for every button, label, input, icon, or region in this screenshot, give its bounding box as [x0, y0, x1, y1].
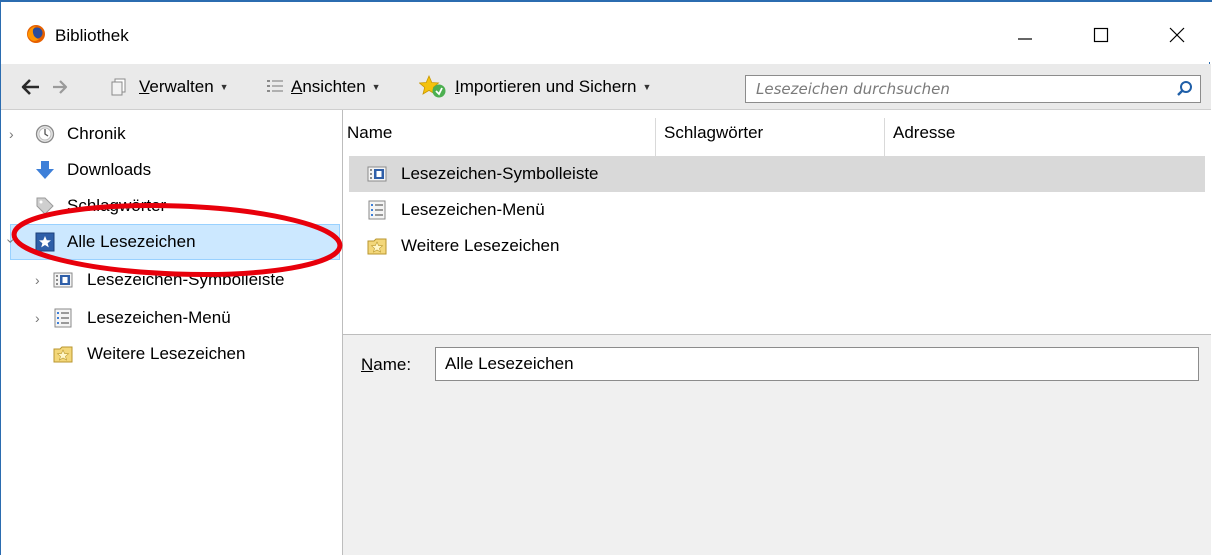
name-field[interactable]	[435, 347, 1199, 381]
bookmark-star-icon	[35, 232, 55, 252]
views-accel: A	[291, 77, 303, 96]
sidebar-item-label: Weitere Lesezeichen	[87, 344, 246, 363]
window-title: Bibliothek	[55, 26, 129, 45]
search-input[interactable]	[746, 76, 1176, 102]
column-divider[interactable]	[884, 118, 885, 156]
title-bar: Bibliothek	[1, 2, 1211, 62]
tag-icon	[36, 197, 54, 215]
bookmarks-toolbar-icon	[53, 272, 73, 288]
chevron-down-icon: ▼	[642, 82, 652, 92]
clock-icon	[35, 124, 55, 144]
sidebar-item-label: Lesezeichen-Symbolleiste	[87, 270, 285, 289]
sidebar-item-bookmarks-toolbar[interactable]: › Lesezeichen-Symbolleiste	[1, 262, 342, 298]
sidebar-item-tags[interactable]: Schlagwörter	[1, 188, 342, 224]
folder-star-icon	[53, 346, 73, 363]
list-item-label: Lesezeichen-Menü	[401, 200, 545, 219]
search-icon[interactable]	[1176, 80, 1194, 98]
close-button[interactable]	[1147, 10, 1207, 60]
views-menu-button[interactable]: Ansichten ▼	[265, 64, 381, 110]
list-item[interactable]: Lesezeichen-Symbolleiste	[349, 156, 1205, 192]
folder-star-icon	[367, 238, 387, 255]
maximize-icon	[1093, 27, 1109, 43]
bookmarks-toolbar-icon	[367, 166, 387, 182]
chevron-right-icon[interactable]: ›	[35, 272, 40, 288]
column-name[interactable]: Name	[343, 110, 655, 156]
details-pane: Name:	[343, 335, 1211, 555]
views-label: nsichten	[302, 77, 366, 96]
manage-accel: V	[139, 77, 150, 96]
forward-button[interactable]	[51, 64, 69, 110]
sidebar-item-all-bookmarks[interactable]: › Alle Lesezeichen	[3, 224, 340, 260]
column-tags[interactable]: Schlagwörter	[660, 110, 884, 156]
sidebar-item-label: Schlagwörter	[67, 196, 167, 215]
list-item-label: Lesezeichen-Symbolleiste	[401, 164, 599, 183]
sidebar-tree: › Chronik Downloads Schlagwörter › Alle …	[1, 110, 343, 555]
download-arrow-icon	[36, 161, 54, 179]
list-view-icon	[267, 80, 283, 92]
column-address[interactable]: Adresse	[889, 110, 1211, 156]
import-backup-menu-button[interactable]: Importieren und Sichern ▼	[419, 64, 651, 110]
column-divider[interactable]	[655, 118, 656, 156]
search-box	[745, 75, 1201, 103]
chevron-right-icon[interactable]: ›	[9, 126, 14, 142]
chevron-down-icon: ▼	[219, 82, 229, 92]
list-item[interactable]: Weitere Lesezeichen	[349, 228, 1205, 264]
name-field-label: Name:	[361, 355, 412, 374]
list-item-label: Weitere Lesezeichen	[401, 236, 560, 255]
chevron-right-icon[interactable]: ›	[35, 310, 40, 326]
list-item[interactable]: Lesezeichen-Menü	[349, 192, 1205, 228]
import-label: mportieren und Sichern	[459, 77, 637, 96]
back-button[interactable]	[21, 64, 41, 110]
content-pane: Name Schlagwörter Adresse Lesezeichen-Sy…	[343, 110, 1211, 555]
manage-pages-icon	[111, 78, 126, 96]
manage-label: erwalten	[149, 77, 214, 96]
minimize-icon	[1018, 38, 1032, 40]
bookmarks-menu-icon	[368, 200, 386, 220]
sidebar-item-bookmarks-menu[interactable]: › Lesezeichen-Menü	[1, 300, 342, 336]
close-icon	[1169, 27, 1185, 43]
sidebar-item-downloads[interactable]: Downloads	[1, 152, 342, 188]
window-border	[0, 0, 1212, 2]
forward-arrow-icon	[53, 80, 68, 94]
chevron-down-icon: ▼	[371, 82, 381, 92]
sidebar-item-history[interactable]: › Chronik	[1, 116, 342, 152]
library-window: Bibliothek Verwalten ▼ Ansichten ▼ Impor…	[0, 0, 1211, 555]
manage-menu-button[interactable]: Verwalten ▼	[109, 64, 229, 110]
bookmarks-menu-icon	[54, 308, 72, 328]
sidebar-item-other-bookmarks[interactable]: Weitere Lesezeichen	[1, 336, 342, 372]
sidebar-item-label: Lesezeichen-Menü	[87, 308, 231, 327]
minimize-button[interactable]	[995, 10, 1055, 60]
chevron-expanded-icon[interactable]: ›	[3, 239, 19, 244]
import-star-icon	[419, 75, 446, 98]
firefox-icon	[27, 25, 45, 43]
back-arrow-icon	[21, 79, 39, 95]
maximize-button[interactable]	[1071, 10, 1131, 60]
column-header: Name Schlagwörter Adresse	[343, 110, 1211, 156]
sidebar-item-label: Downloads	[67, 160, 152, 179]
sidebar-item-label: Chronik	[67, 124, 126, 143]
sidebar-item-label: Alle Lesezeichen	[67, 232, 196, 251]
